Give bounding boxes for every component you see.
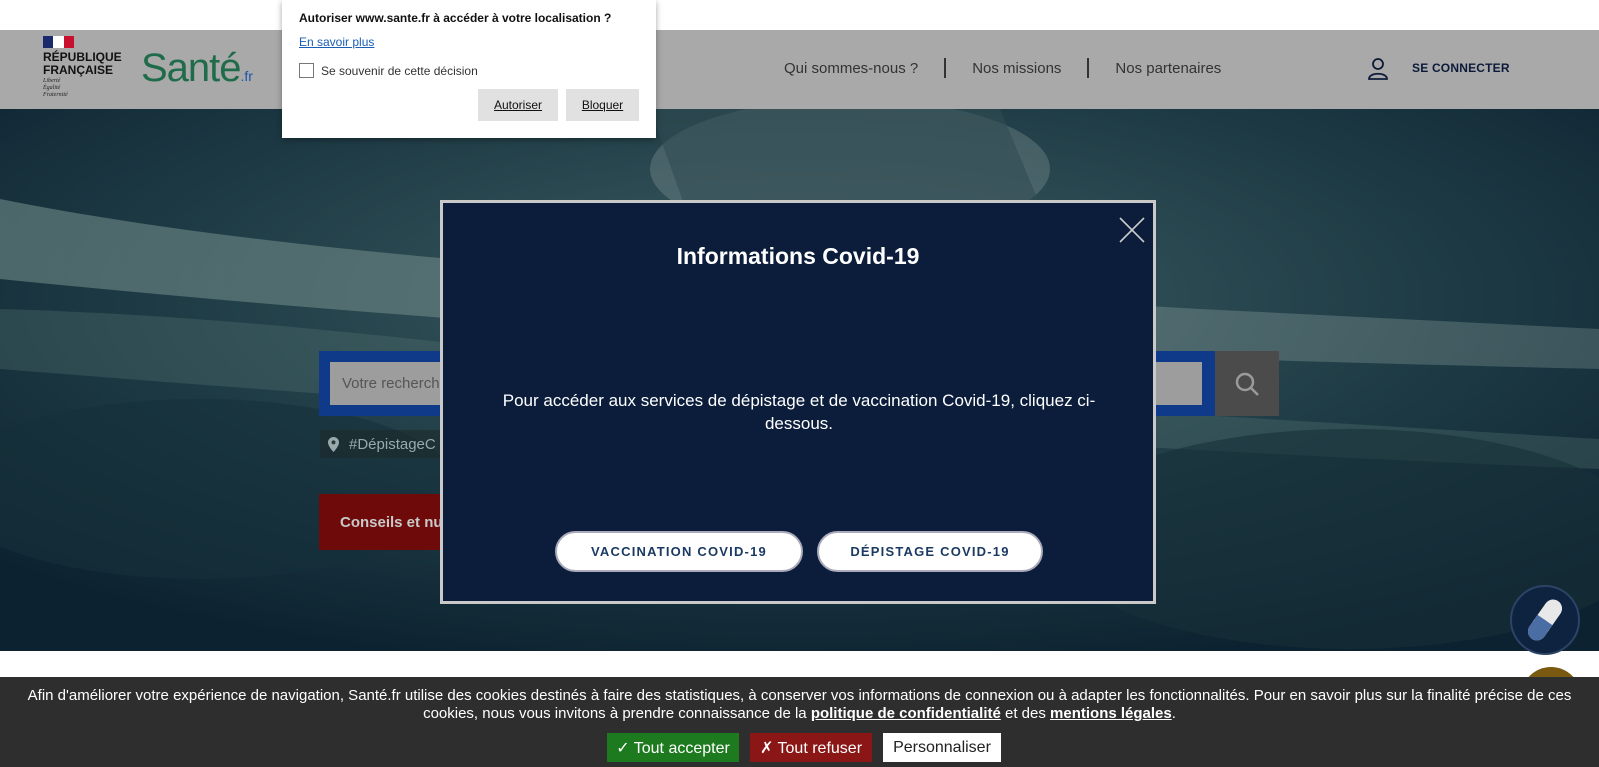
cookie-text-part: et des — [1000, 705, 1051, 722]
allow-button[interactable]: Autoriser — [478, 89, 558, 121]
brand-name: Santé — [141, 46, 242, 90]
map-pin-icon — [328, 436, 339, 452]
remember-decision-checkbox[interactable]: Se souvenir de cette décision — [299, 63, 478, 78]
allow-label: Autoriser — [493, 98, 543, 112]
refuse-all-button[interactable]: ✗ Tout refuser — [750, 733, 872, 762]
search-button[interactable] — [1215, 351, 1279, 416]
depistage-button[interactable]: DÉPISTAGE COVID-19 — [817, 531, 1043, 572]
location-tag-text: #DépistageC — [349, 435, 436, 453]
site-header: RÉPUBLIQUE FRANÇAISE Liberté Égalité Fra… — [0, 30, 1599, 109]
main-nav: Qui sommes-nous ? Nos missions Nos parte… — [784, 58, 1221, 78]
remember-label: Se souvenir de cette décision — [321, 63, 478, 78]
sante-logo[interactable]: Santé.fr — [141, 46, 253, 91]
accept-all-button[interactable]: ✓ Tout accepter — [607, 733, 739, 762]
legal-notice-link[interactable]: mentions légales — [1050, 705, 1172, 722]
nav-nos-missions[interactable]: Nos missions — [972, 60, 1061, 77]
learn-more-link[interactable]: En savoir plus — [299, 35, 374, 49]
login-label: SE CONNECTER — [1412, 61, 1510, 75]
user-icon — [1368, 58, 1388, 80]
cookie-text-part: Afin d'améliorer votre expérience de nav… — [27, 687, 1572, 722]
brand-suffix: .fr — [240, 68, 253, 84]
cookie-text: Afin d'améliorer votre expérience de nav… — [10, 687, 1589, 723]
customize-button[interactable]: Personnaliser — [883, 733, 1001, 762]
nav-divider — [1087, 58, 1090, 78]
rf-text: RÉPUBLIQUE FRANÇAISE — [43, 50, 122, 77]
nav-divider — [944, 58, 947, 78]
pill-icon — [1527, 599, 1563, 641]
cookie-text-part: . — [1171, 705, 1176, 722]
nav-qui-sommes-nous[interactable]: Qui sommes-nous ? — [784, 60, 918, 77]
chatbot-button[interactable] — [1510, 585, 1580, 655]
top-strip — [0, 0, 1599, 30]
block-label: Bloquer — [581, 98, 624, 112]
privacy-policy-link[interactable]: politique de confidentialité — [811, 705, 1001, 722]
geo-title: Autoriser www.sante.fr à accéder à votre… — [299, 11, 612, 25]
vaccination-button[interactable]: VACCINATION COVID-19 — [555, 531, 803, 572]
french-flag-icon — [43, 36, 74, 48]
search-icon — [1235, 372, 1259, 396]
nav-nos-partenaires[interactable]: Nos partenaires — [1115, 60, 1221, 77]
checkbox-box — [299, 63, 314, 78]
login-link[interactable]: SE CONNECTER — [1366, 56, 1510, 80]
rf-motto: Liberté Égalité Fraternité — [43, 78, 68, 98]
covid-info-modal: Informations Covid-19 Pour accéder aux s… — [440, 200, 1156, 604]
geolocation-permission-popup: Autoriser www.sante.fr à accéder à votre… — [282, 0, 656, 138]
block-button[interactable]: Bloquer — [566, 89, 639, 121]
republique-francaise-logo[interactable]: RÉPUBLIQUE FRANÇAISE Liberté Égalité Fra… — [43, 36, 123, 104]
modal-title: Informations Covid-19 — [676, 243, 920, 269]
close-icon[interactable] — [1119, 217, 1145, 243]
modal-text: Pour accéder aux services de dépistage e… — [502, 391, 1096, 433]
